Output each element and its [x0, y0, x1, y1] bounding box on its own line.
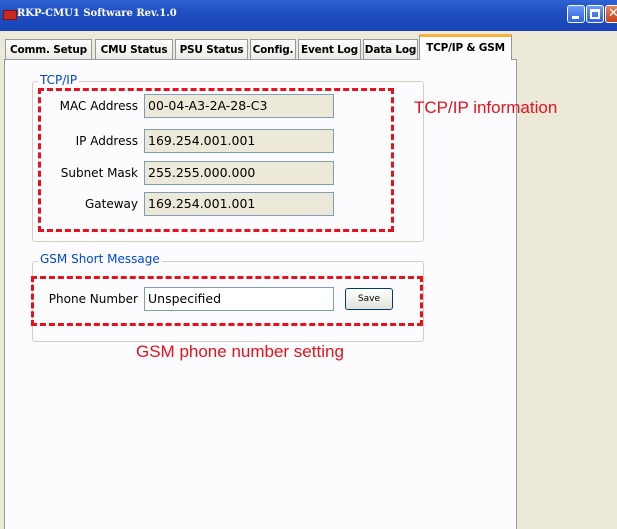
maximize-button[interactable]: [586, 5, 604, 23]
tcpip-annotation: TCP/IP information: [414, 98, 558, 117]
tcpip-highlight-box: [38, 88, 394, 232]
tab-cmu-status[interactable]: CMU Status: [95, 39, 173, 59]
window-title: RKP-CMU1 Software Rev.1.0: [17, 8, 177, 19]
close-button[interactable]: ✕: [605, 5, 617, 23]
title-bar: RKP-CMU1 Software Rev.1.0 ✕: [0, 0, 617, 31]
tab-event-log[interactable]: Event Log: [298, 39, 361, 59]
tab-config[interactable]: Config.: [250, 39, 296, 59]
tab-strip: Comm. Setup CMU Status PSU Status Config…: [0, 31, 617, 63]
gsm-legend: GSM Short Message: [38, 252, 162, 266]
tab-data-log[interactable]: Data Log: [363, 39, 418, 59]
tcpip-legend: TCP/IP: [38, 73, 80, 87]
minimize-icon: [572, 16, 579, 19]
minimize-button[interactable]: [567, 5, 585, 23]
gsm-annotation: GSM phone number setting: [136, 342, 344, 361]
tab-tcpip-gsm[interactable]: TCP/IP & GSM: [419, 34, 512, 60]
gsm-highlight-box: [31, 276, 423, 326]
tab-psu-status[interactable]: PSU Status: [175, 39, 248, 59]
close-icon: ✕: [608, 6, 617, 21]
app-icon: [3, 10, 17, 20]
tab-comm-setup[interactable]: Comm. Setup: [5, 39, 92, 59]
maximize-icon: [590, 9, 600, 19]
